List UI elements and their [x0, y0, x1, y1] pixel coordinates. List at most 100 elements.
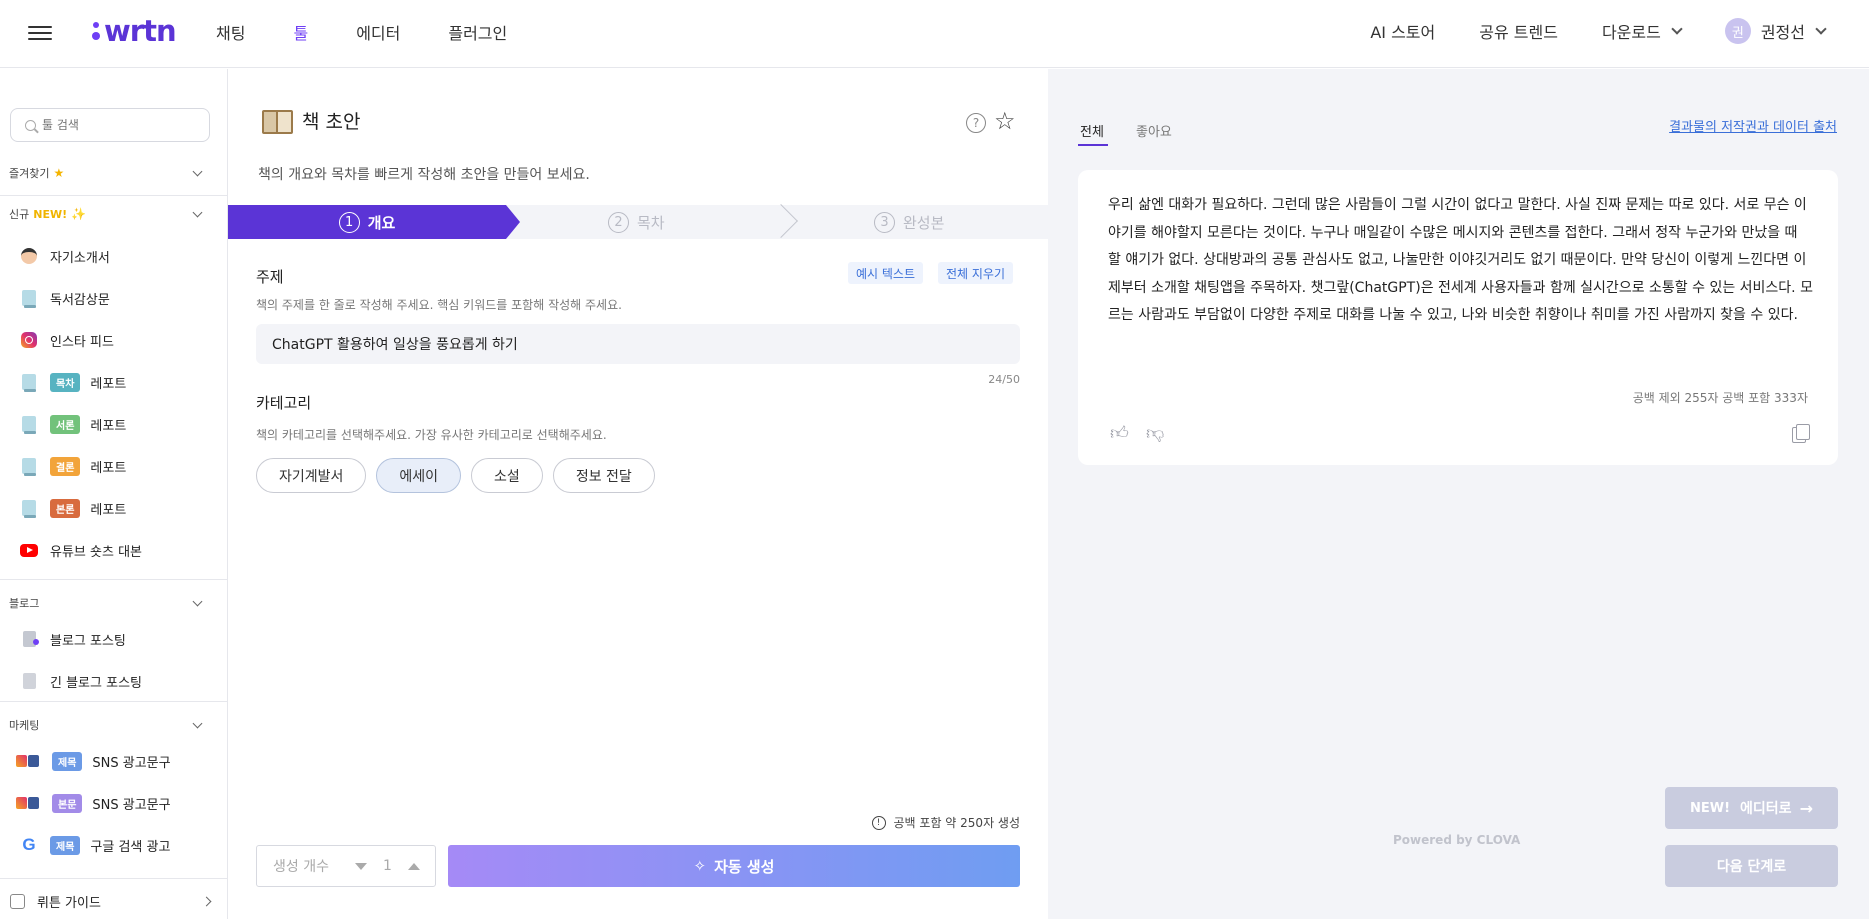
decrease-icon[interactable] [354, 862, 367, 870]
next-step-button[interactable]: 다음 단계로 [1665, 845, 1838, 887]
sidebar-item-insta-feed[interactable]: 인스타 피드 [20, 330, 114, 350]
menu-icon[interactable] [28, 22, 52, 42]
help-icon[interactable]: ? [966, 113, 986, 133]
sns-icon [16, 794, 40, 812]
step-number: 3 [874, 211, 895, 233]
book-icon [22, 290, 36, 308]
chevron-right-icon [201, 896, 212, 907]
new-badge: NEW! [1690, 800, 1731, 816]
guide-icon [10, 894, 25, 909]
generation-count-stepper[interactable]: 생성 개수 1 [256, 845, 436, 887]
category-chip-essay[interactable]: 에세이 [376, 458, 462, 493]
info-icon: ! [871, 815, 886, 830]
sidebar-item-report-conclusion[interactable]: 결론 레포트 [20, 456, 126, 476]
sidebar-item-google-ad[interactable]: G 제목 구글 검색 광고 [20, 835, 170, 855]
copy-icon[interactable] [1792, 424, 1810, 443]
auto-generate-button[interactable]: ✧ 자동 생성 [448, 845, 1020, 887]
chevron-down-icon [192, 718, 203, 728]
chevron-down-icon [192, 596, 203, 606]
instagram-icon [21, 332, 37, 348]
section-label: 즐겨찾기 [9, 167, 50, 180]
sparkle-icon: ✨ [71, 207, 87, 221]
section-label: 마케팅 [9, 719, 40, 732]
category-chip-info[interactable]: 정보 전달 [552, 458, 655, 493]
clear-all-button[interactable]: 전체 지우기 [938, 262, 1014, 284]
step-number: 2 [608, 211, 629, 233]
arrow-right-icon: → [1799, 798, 1813, 818]
tool-search[interactable] [10, 108, 210, 142]
to-editor-button[interactable]: NEW! 에디터로 → [1665, 787, 1838, 829]
step-label: 완성본 [903, 213, 945, 232]
increase-icon[interactable] [407, 862, 420, 870]
sidebar-item-label: 레포트 [90, 460, 127, 476]
result-text: 우리 삶엔 대화가 필요하다. 그런데 많은 사람들이 그럴 시간이 없다고 말… [1108, 197, 1813, 323]
step-1[interactable]: 1 개요 [228, 205, 520, 239]
nav-ai-store[interactable]: AI 스토어 [1370, 19, 1435, 43]
icon-wrap [20, 457, 38, 476]
blog-icon [22, 631, 39, 647]
tag-badge: 목차 [50, 372, 81, 392]
new-badge: NEW! [33, 207, 68, 221]
step-indicator: 1 개요 2 목차 3 완성본 [228, 204, 1048, 239]
nav-download[interactable]: 다운로드 [1601, 19, 1683, 43]
nav-editor[interactable]: 에디터 [356, 20, 400, 44]
thumbs-up-icon[interactable]: 👍︎ [1110, 422, 1129, 444]
logo[interactable]: wrtn [92, 14, 177, 48]
top-navigation: wrtn 채팅 툴 에디터 플러그인 AI 스토어 공유 트렌드 다운로드 권권… [0, 0, 1869, 68]
sidebar-item-book-report[interactable]: 독서감상문 [20, 288, 110, 308]
tool-search-input[interactable] [42, 118, 192, 132]
favorite-star-icon[interactable]: ☆ [994, 109, 1016, 133]
page-title: 책 초안 [302, 111, 361, 133]
sidebar-item-sns-ad-body[interactable]: 본문 SNS 광고문구 [16, 793, 171, 813]
category-chip-novel[interactable]: 소설 [471, 458, 543, 493]
nav-chat[interactable]: 채팅 [216, 20, 245, 44]
thumbs-down-icon[interactable]: 👎︎ [1146, 422, 1164, 444]
icon-wrap [20, 247, 38, 265]
sidebar-item-sns-ad-title[interactable]: 제목 SNS 광고문구 [16, 751, 171, 771]
user-menu[interactable]: 권 권정선 [1724, 18, 1827, 44]
sidebar: 즐겨찾기★ 신규NEW!✨ 자기소개서 독서감상문 인스타 피드 목차 레포트 … [0, 69, 228, 919]
section-new[interactable]: 신규 NEW! ✨ [9, 206, 209, 222]
section-favorites[interactable]: 즐겨찾기 ★ [9, 165, 209, 181]
chevron-down-icon [1815, 23, 1827, 35]
sidebar-item-blog-posting[interactable]: 블로그 포스팅 [20, 629, 126, 649]
google-icon: G [22, 835, 36, 854]
book-icon [22, 416, 36, 434]
tag-badge: 본론 [50, 498, 81, 518]
sidebar-item-report-toc[interactable]: 목차 레포트 [20, 372, 126, 392]
char-counter: 24/50 [988, 373, 1020, 386]
topic-input[interactable] [256, 324, 1020, 364]
tab-all[interactable]: 전체 [1080, 121, 1104, 140]
tab-liked[interactable]: 좋아요 [1136, 121, 1172, 140]
sidebar-item-label: 블로그 포스팅 [50, 633, 126, 649]
step-3[interactable]: 3 완성본 [874, 205, 944, 239]
sidebar-item-report-body[interactable]: 본론 레포트 [20, 498, 126, 518]
download-label: 다운로드 [1601, 23, 1661, 42]
copyright-link[interactable]: 결과물의 저작권과 데이터 출처 [1669, 116, 1837, 135]
sidebar-item-label: 레포트 [90, 376, 127, 392]
sidebar-item-self-intro[interactable]: 자기소개서 [20, 246, 110, 266]
step-label: 목차 [637, 213, 665, 232]
divider [0, 195, 228, 196]
count-label: 생성 개수 [273, 859, 329, 875]
category-chip-self-help[interactable]: 자기계발서 [256, 458, 367, 493]
icon-wrap [20, 672, 38, 690]
generate-label: 자동 생성 [714, 857, 775, 876]
sidebar-item-long-blog-posting[interactable]: 긴 블로그 포스팅 [20, 671, 142, 691]
nav-tools[interactable]: 툴 [293, 20, 308, 44]
sidebar-guide[interactable]: 뤼튼 가이드 [10, 892, 212, 911]
nav-shared-trend[interactable]: 공유 트렌드 [1479, 19, 1558, 43]
sidebar-item-label: 구글 검색 광고 [90, 839, 171, 855]
category-label: 카테고리 [256, 394, 312, 412]
divider [0, 701, 228, 702]
char-stats: 공백 제외 255자 공백 포함 333자 [1632, 391, 1808, 405]
sidebar-item-youtube-shorts[interactable]: 유튜브 숏츠 대본 [20, 540, 142, 560]
sidebar-item-report-intro[interactable]: 서론 레포트 [20, 414, 126, 434]
tool-header: 책 초안 [262, 107, 360, 134]
section-blog[interactable]: 블로그 [9, 595, 209, 611]
nav-plugin[interactable]: 플러그인 [448, 20, 507, 44]
example-text-button[interactable]: 예시 텍스트 [848, 262, 924, 284]
section-marketing[interactable]: 마케팅 [9, 717, 209, 733]
step-2[interactable]: 2 목차 [608, 205, 665, 239]
tag-badge: 서론 [50, 414, 81, 434]
